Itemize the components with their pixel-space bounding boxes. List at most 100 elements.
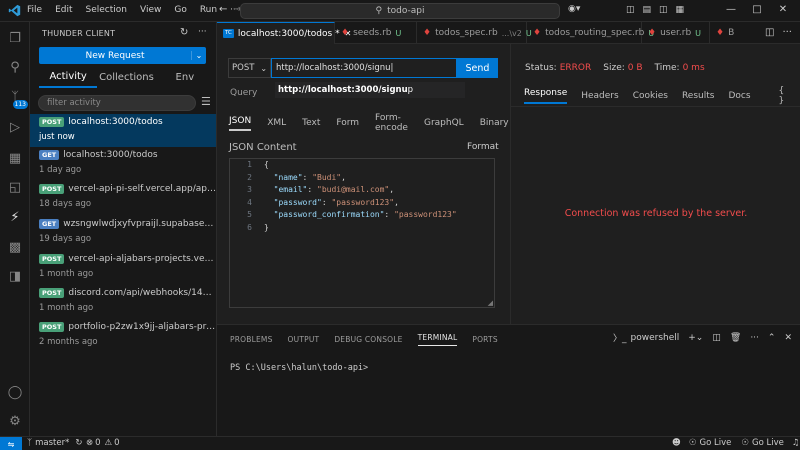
thunder-client-icon[interactable]: ⚡ xyxy=(5,207,25,227)
menu-go[interactable]: Go xyxy=(174,5,186,15)
accounts-icon[interactable]: ☻ xyxy=(672,438,681,448)
menu-selection[interactable]: Selection xyxy=(86,5,127,15)
tab-query[interactable]: Query xyxy=(230,88,257,98)
method-select[interactable]: POST ⌄ xyxy=(228,58,271,78)
suggestion-match: http://localhost:3000/signu xyxy=(278,85,408,95)
command-center-search[interactable]: ⚲ todo-api xyxy=(240,3,560,19)
search-label: todo-api xyxy=(387,6,425,16)
explorer-icon[interactable]: ❐ xyxy=(5,28,25,48)
menu-icon[interactable]: ☰ xyxy=(201,95,213,109)
toggle-primary-sidebar-icon[interactable]: ◫ xyxy=(626,5,635,15)
shell-label[interactable]: powershell xyxy=(631,333,680,343)
branch-indicator[interactable]: ᛉ master* ↻ xyxy=(27,438,82,448)
account-icon[interactable]: ◯ xyxy=(5,382,25,402)
activity-item[interactable]: POSTvercel-api-pi-self.vercel.app/api/lo… xyxy=(30,181,216,214)
tab-overflow[interactable]: ♦ B xyxy=(710,22,740,44)
problems-indicator[interactable]: ⊗ 0 ⚠ 0 xyxy=(86,438,120,448)
tab-graphql[interactable]: GraphQL xyxy=(424,118,464,128)
tab-user-rb[interactable]: ♦ user.rb U xyxy=(642,22,710,44)
activity-item[interactable]: GET localhost:3000/todos 1 day ago xyxy=(30,147,216,180)
tab-activity[interactable]: Activity xyxy=(39,71,98,88)
more-actions-icon[interactable]: ··· xyxy=(198,27,207,37)
tab-xml[interactable]: XML xyxy=(267,118,286,128)
minimize-icon[interactable]: — xyxy=(718,4,744,15)
testing-icon[interactable]: ▩ xyxy=(5,237,25,257)
split-terminal-icon[interactable]: ◫ xyxy=(712,333,721,343)
sync-icon[interactable]: ↻ xyxy=(75,438,82,448)
source-control-icon[interactable]: ᛉ 113 xyxy=(5,87,28,109)
extensions-icon[interactable]: ▦ xyxy=(5,148,25,168)
format-button[interactable]: Format xyxy=(467,142,499,152)
more-actions-icon[interactable]: ··· xyxy=(750,333,759,343)
braces-icon[interactable]: { } xyxy=(779,86,786,106)
menu-file[interactable]: File xyxy=(27,5,42,15)
new-request-button[interactable]: New Request ⌄ xyxy=(39,47,206,64)
chevron-down-icon[interactable]: ⌄ xyxy=(191,51,206,60)
divider xyxy=(511,106,800,107)
tab-todos-spec-rb[interactable]: ♦ todos_spec.rb ...\v2 U xyxy=(417,22,532,44)
copilot-icon[interactable]: ◉▾ xyxy=(568,4,580,14)
trash-icon[interactable]: 🗑 xyxy=(730,333,741,343)
new-terminal-icon[interactable]: +⌄ xyxy=(688,333,703,343)
activity-item[interactable]: POSTvercel-api-aljabars-projects.vercel.… xyxy=(30,251,216,284)
menu-edit[interactable]: Edit xyxy=(55,5,72,15)
tab-binary[interactable]: Binary xyxy=(480,118,509,128)
tab-cookies[interactable]: Cookies xyxy=(633,91,668,101)
nav-back-icon[interactable]: ← xyxy=(219,4,227,15)
send-button[interactable]: Send xyxy=(457,58,498,78)
remote-explorer-icon[interactable]: ◱ xyxy=(5,177,25,197)
docker-icon[interactable]: ◨ xyxy=(5,266,25,286)
more-actions-icon[interactable]: ··· xyxy=(782,27,792,38)
tab-seeds-rb[interactable]: ♦ seeds.rb U xyxy=(335,22,417,44)
remote-indicator-icon[interactable]: ⇋ xyxy=(0,437,22,450)
menu-view[interactable]: View xyxy=(140,5,161,15)
json-editor[interactable]: 1{ 2 "name": "Budi", 3 "email": "budi@ma… xyxy=(229,158,495,308)
tab-problems[interactable]: PROBLEMS xyxy=(230,335,273,344)
activity-item[interactable]: POSTportfolio-p2zw1x9jj-aljabars-project… xyxy=(30,319,216,352)
terminal-icon: 〉_ xyxy=(613,334,627,344)
customize-layout-icon[interactable]: ▦ xyxy=(676,5,685,15)
go-live-button-2[interactable]: Go Live xyxy=(752,438,784,448)
tab-env[interactable]: Env xyxy=(156,72,214,87)
tab-debug-console[interactable]: DEBUG CONSOLE xyxy=(334,335,402,344)
go-live-button[interactable]: Go Live xyxy=(700,438,732,448)
url-input[interactable]: http://localhost:3000/signu | xyxy=(271,58,457,78)
tab-terminal[interactable]: TERMINAL xyxy=(417,333,458,346)
maximize-icon[interactable]: □ xyxy=(744,4,770,15)
activity-item[interactable]: GETwzsngwlwdjxyfvpraijl.supabase.co/rest… xyxy=(30,216,216,249)
tab-headers[interactable]: Headers xyxy=(581,91,618,101)
split-editor-icon[interactable]: ◫ xyxy=(765,27,774,38)
menu-run[interactable]: Run xyxy=(200,5,217,15)
close-window-icon[interactable]: ✕ xyxy=(770,4,796,15)
close-panel-icon[interactable]: ✕ xyxy=(784,333,792,343)
terminal-prompt[interactable]: PS C:\Users\halun\todo-api> xyxy=(230,363,368,373)
resize-handle-icon[interactable]: ◢ xyxy=(488,299,493,307)
search-view-icon[interactable]: ⚲ xyxy=(5,57,25,77)
tab-response[interactable]: Response xyxy=(524,88,568,104)
tab-json[interactable]: JSON xyxy=(229,116,252,131)
tab-results[interactable]: Results xyxy=(682,91,715,101)
refresh-icon[interactable]: ↻ xyxy=(180,27,188,38)
activity-url: localhost:3000/todos xyxy=(63,150,158,160)
tab-todos-routing-spec-rb[interactable]: ♦ todos_routing_spec.rb U xyxy=(527,22,654,44)
tab-ports[interactable]: PORTS xyxy=(472,335,497,344)
tab-localhost-todos[interactable]: TC localhost:3000/todos * ✕ xyxy=(217,22,351,44)
tab-text[interactable]: Text xyxy=(302,118,320,128)
tab-form-encode[interactable]: Form-encode xyxy=(375,113,408,133)
run-debug-icon[interactable]: ▷ xyxy=(5,117,25,137)
toggle-panel-icon[interactable]: ▤ xyxy=(643,5,652,15)
activity-item[interactable]: POSTdiscord.com/api/webhooks/14183999...… xyxy=(30,285,216,318)
toggle-secondary-sidebar-icon[interactable]: ◫ xyxy=(659,5,668,15)
branch-name: master* xyxy=(35,438,70,448)
manage-gear-icon[interactable]: ⚙ xyxy=(5,411,25,431)
notifications-bell-icon[interactable]: ♫ xyxy=(792,438,800,448)
tab-form[interactable]: Form xyxy=(336,118,359,128)
tab-output[interactable]: OUTPUT xyxy=(288,335,320,344)
tab-collections[interactable]: Collections xyxy=(97,72,155,87)
tab-docs[interactable]: Docs xyxy=(728,91,750,101)
url-autocomplete-suggestion[interactable]: http://localhost:3000/signup xyxy=(275,82,465,98)
filter-activity-input[interactable]: filter activity xyxy=(38,95,196,111)
activity-item[interactable]: POST localhost:3000/todos just now xyxy=(30,114,216,147)
maximize-panel-icon[interactable]: ⌃ xyxy=(768,333,776,343)
activity-time: 18 days ago xyxy=(39,199,92,209)
